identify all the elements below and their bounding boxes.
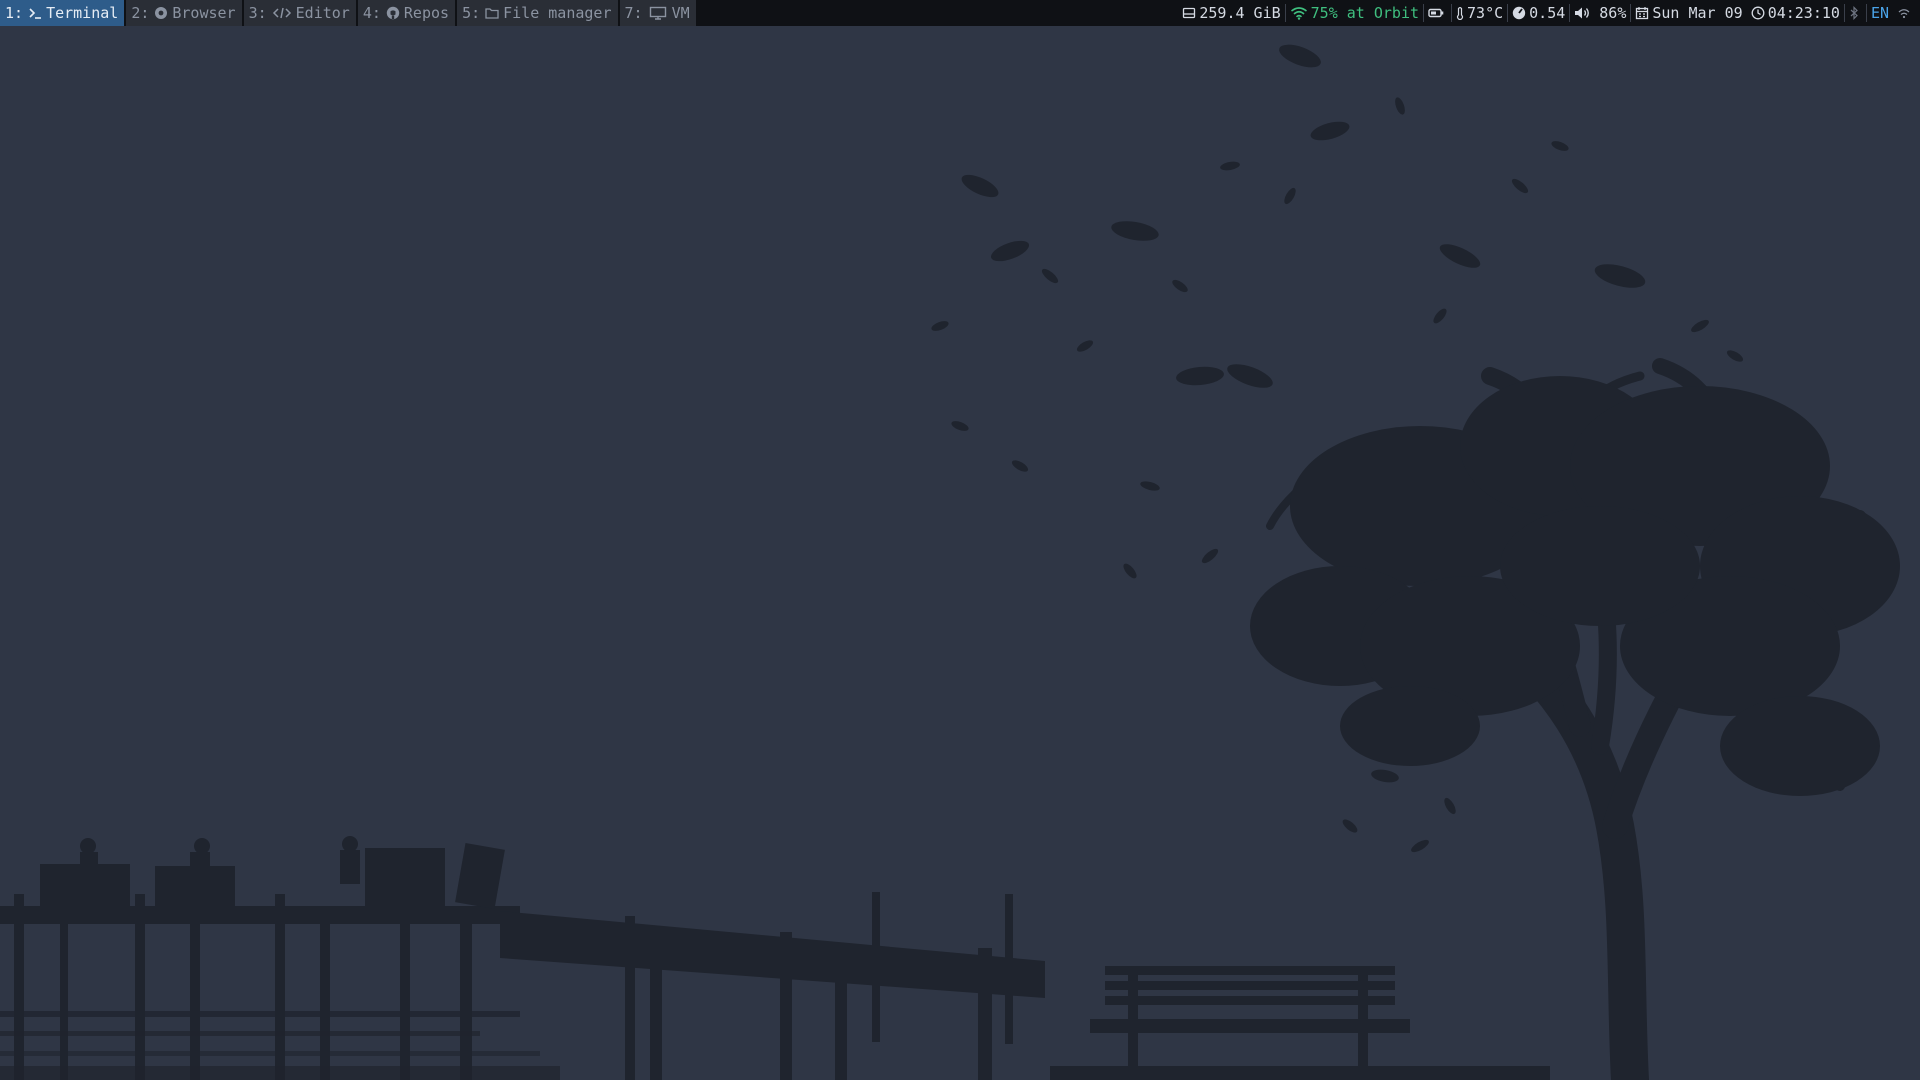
temperature-value: 73°C — [1467, 4, 1504, 22]
thermometer-icon — [1456, 6, 1464, 20]
calendar-icon — [1635, 6, 1649, 20]
disk-status[interactable]: 259.4 GiB — [1178, 4, 1284, 22]
bluetooth-status[interactable] — [1845, 6, 1866, 20]
disk-value: 259.4 GiB — [1199, 4, 1281, 22]
workspace-5-file-manager[interactable]: 5: File manager — [457, 0, 618, 26]
terminal-icon — [28, 6, 42, 20]
network-indicator[interactable] — [1893, 6, 1916, 20]
workspace-4-repos[interactable]: 4: Repos — [357, 0, 456, 26]
github-icon — [386, 6, 400, 20]
load-status[interactable]: 0.54 — [1508, 4, 1569, 22]
date-value: Sun Mar 09 — [1652, 4, 1743, 22]
status-area: 259.4 GiB 75% at Orbit 73°C 0.54 86% Sun… — [1178, 0, 1920, 26]
workspace-7-vm[interactable]: 7: VM — [619, 0, 696, 26]
clock-icon — [1751, 6, 1765, 20]
workspace-number: 3: — [248, 4, 267, 22]
load-value: 0.54 — [1529, 4, 1566, 22]
speaker-icon — [1574, 6, 1592, 20]
pier-silhouette — [0, 836, 1045, 1080]
wifi-value: 75% at Orbit — [1310, 4, 1420, 22]
workspace-1-terminal[interactable]: 1: Terminal — [0, 0, 125, 26]
lang-value: EN — [1870, 4, 1889, 22]
workspace-label: Repos — [403, 4, 450, 22]
code-icon — [272, 6, 292, 20]
date-status[interactable]: Sun Mar 09 — [1631, 4, 1746, 22]
browser-icon — [154, 6, 168, 20]
wifi-status[interactable]: 75% at Orbit — [1286, 4, 1423, 22]
battery-status[interactable] — [1424, 6, 1451, 20]
workspace-label: File manager — [503, 4, 612, 22]
desktop-wallpaper — [0, 44, 1900, 1080]
workspace-label: Browser — [172, 4, 236, 22]
wifi-small-icon — [1897, 6, 1911, 20]
workspace-number: 7: — [624, 4, 643, 22]
disk-icon — [1182, 6, 1196, 20]
top-bar: 1: Terminal 2: Browser 3: Editor 4: Repo… — [0, 0, 1920, 26]
workspace-label: Editor — [295, 4, 350, 22]
gauge-icon — [1512, 6, 1526, 20]
temperature-status[interactable]: 73°C — [1452, 4, 1507, 22]
bluetooth-icon — [1849, 6, 1859, 20]
folder-icon — [485, 6, 499, 20]
workspace-number: 4: — [362, 4, 381, 22]
workspace-3-editor[interactable]: 3: Editor — [243, 0, 356, 26]
battery-icon — [1428, 6, 1444, 20]
time-value: 04:23:10 — [1767, 4, 1840, 22]
workspace-number: 5: — [462, 4, 481, 22]
workspace-number: 2: — [131, 4, 150, 22]
workspace-number: 1: — [5, 4, 24, 22]
workspace-label: VM — [671, 4, 690, 22]
workspace-2-browser[interactable]: 2: Browser — [126, 0, 242, 26]
workspace-list: 1: Terminal 2: Browser 3: Editor 4: Repo… — [0, 0, 698, 26]
volume-value: 86% — [1599, 4, 1627, 22]
wifi-icon — [1290, 6, 1308, 20]
bench-silhouette — [1050, 966, 1550, 1080]
monitor-icon — [648, 6, 668, 20]
workspace-label: Terminal — [46, 4, 119, 22]
clock-status[interactable]: 04:23:10 — [1747, 4, 1844, 22]
keyboard-layout[interactable]: EN — [1867, 4, 1893, 22]
volume-status[interactable]: 86% — [1570, 4, 1630, 22]
